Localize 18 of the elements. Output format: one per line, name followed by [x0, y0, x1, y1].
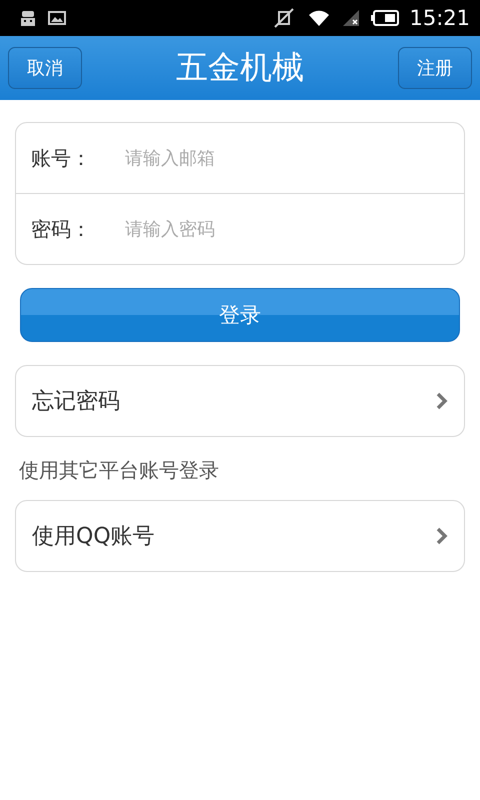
field-label: 账号：: [31, 144, 92, 172]
cancel-button[interactable]: 取消: [8, 47, 82, 89]
image-icon: [48, 11, 66, 25]
page-title: 五金机械: [176, 47, 304, 88]
chevron-icon: [436, 392, 448, 410]
input-field[interactable]: 请输入密码: [123, 218, 464, 240]
signal-icon: [341, 8, 362, 28]
wifi-icon: [307, 8, 332, 28]
forgot-password-item[interactable]: 忘记密码: [15, 365, 465, 437]
qq-login-item[interactable]: 使用QQ账号: [15, 500, 465, 572]
login-button[interactable]: 登录: [20, 288, 460, 342]
battery-icon: [371, 10, 400, 26]
clock-time: 15:21: [409, 6, 470, 30]
chevron-icon: [436, 527, 448, 545]
field-label: 密码：: [31, 216, 92, 242]
register-button[interactable]: 注册: [398, 47, 472, 89]
input-field[interactable]: 请输入邮箱: [123, 146, 464, 170]
section-heading: 使用其它平台账号登录: [19, 457, 220, 484]
